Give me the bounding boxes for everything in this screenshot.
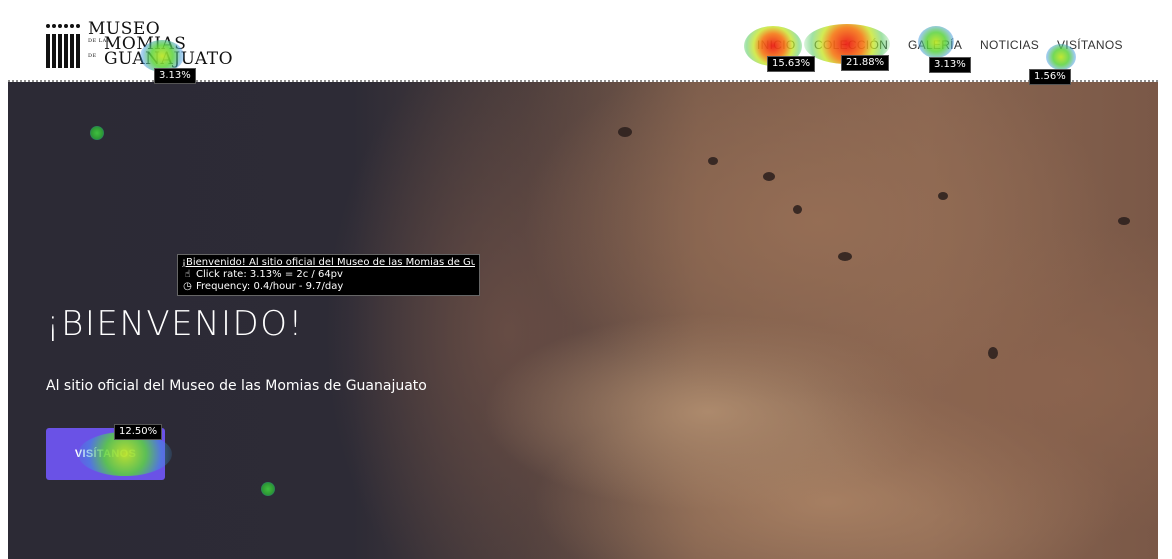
logo-mark-icon	[46, 24, 82, 70]
tooltip-title-row: ¡Bienvenido! Al sitio oficial del Museo …	[182, 257, 475, 269]
heatspot-click-dot	[261, 482, 275, 496]
hero-image-detail	[938, 192, 948, 200]
hero-image-detail	[838, 252, 852, 261]
hero-image-detail	[793, 205, 802, 214]
tooltip-frequency-row: ◷ Frequency: 0.4/hour - 9.7/day	[182, 281, 475, 293]
hero-image-detail	[618, 127, 632, 137]
nav-inicio[interactable]: INICIO	[757, 38, 795, 52]
heatmap-badge-logo: 3.13%	[154, 68, 196, 84]
heatmap-tooltip: ¡Bienvenido! Al sitio oficial del Museo …	[177, 254, 480, 296]
heatmap-badge-hero-button: 12.50%	[114, 424, 163, 440]
logo-line-guanajuato: GUANAJUATO	[104, 49, 234, 69]
heatmap-badge-coleccion: 21.88%	[841, 55, 890, 71]
tooltip-title-link[interactable]: ¡Bienvenido! Al sitio oficial del Museo …	[182, 257, 475, 269]
heatspot-click-dot	[90, 126, 104, 140]
hero-image-detail	[763, 172, 775, 181]
hero-title: ¡BIENVENIDO!	[46, 304, 304, 344]
hero-banner: ¡BIENVENIDO! Al sitio oficial del Museo …	[8, 82, 1158, 559]
pointer-hand-icon: ☝	[184, 269, 191, 280]
nav-coleccion[interactable]: COLECCIÓN	[814, 38, 888, 52]
hero-image-detail	[708, 157, 718, 165]
heatmap-badge-inicio: 15.63%	[767, 56, 816, 72]
logo-wordmark: MUSEO DE LAS MOMIAS DE GUANAJUATO	[88, 21, 234, 69]
tooltip-click-row: ☝ Click rate: 3.13% = 2c / 64pv	[182, 269, 475, 281]
heatmap-badge-galeria: 3.13%	[929, 57, 971, 73]
museum-logo[interactable]: MUSEO DE LAS MOMIAS DE GUANAJUATO	[46, 21, 236, 74]
hero-subtitle: Al sitio oficial del Museo de las Momias…	[46, 378, 427, 394]
hero-image-detail	[1118, 217, 1130, 225]
nav-visitanos[interactable]: VISÍTANOS	[1057, 38, 1123, 52]
clock-icon: ◷	[183, 281, 192, 292]
nav-galeria[interactable]: GALERÍA	[908, 38, 962, 52]
logo-prefix-de: DE	[88, 53, 97, 59]
tooltip-click-rate: Click rate: 3.13% = 2c / 64pv	[196, 269, 343, 280]
heatmap-badge-visitanos-nav: 1.56%	[1029, 69, 1071, 85]
page: MUSEO DE LAS MOMIAS DE GUANAJUATO INICIO…	[0, 0, 1172, 559]
tooltip-frequency: Frequency: 0.4/hour - 9.7/day	[196, 281, 344, 292]
logo-prefix-de-las: DE LAS	[88, 38, 111, 44]
hero-image-detail	[988, 347, 998, 359]
nav-noticias[interactable]: NOTICIAS	[980, 38, 1039, 52]
